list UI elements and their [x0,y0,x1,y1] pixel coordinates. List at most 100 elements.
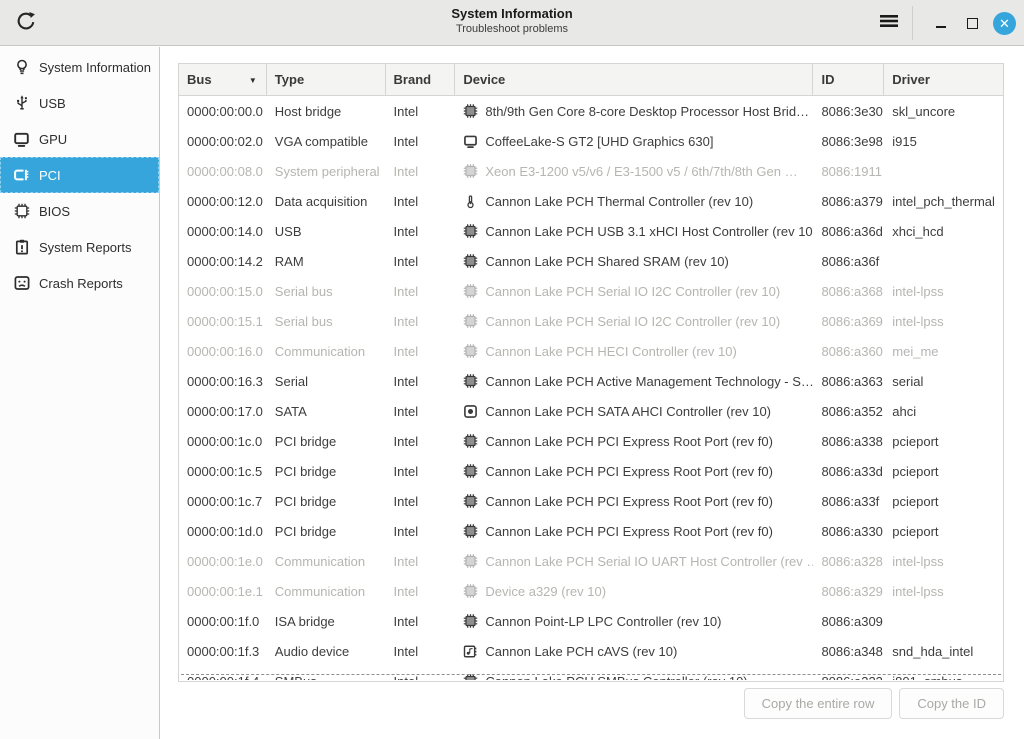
chip-icon [463,104,478,119]
brand-cell: Intel [386,314,456,329]
bus-cell: 0000:00:1f.0 [179,614,267,629]
device-name: Cannon Lake PCH Serial IO I2C Controller… [485,314,780,329]
type-cell: Communication [267,554,386,569]
sidebar-item-label: USB [39,96,66,111]
table-row[interactable]: 0000:00:02.0VGA compatibleIntelCoffeeLak… [179,126,1003,156]
device-cell: Cannon Lake PCH Thermal Controller (rev … [455,194,813,209]
type-cell: Communication [267,584,386,599]
table-row[interactable]: 0000:00:16.0CommunicationIntelCannon Lak… [179,336,1003,366]
chip-icon [463,494,478,509]
chip-icon [463,254,478,269]
type-cell: SATA [267,404,386,419]
bus-cell: 0000:00:00.0 [179,104,267,119]
type-cell: Data acquisition [267,194,386,209]
table-row[interactable]: 0000:00:14.0USBIntelCannon Lake PCH USB … [179,216,1003,246]
id-cell: 8086:a323 [813,674,884,681]
device-cell: CoffeeLake-S GT2 [UHD Graphics 630] [455,134,813,149]
table-row[interactable]: 0000:00:12.0Data acquisitionIntelCannon … [179,186,1003,216]
device-name: CoffeeLake-S GT2 [UHD Graphics 630] [485,134,713,149]
id-cell: 8086:a36d [813,224,884,239]
table-row[interactable]: 0000:00:15.0Serial busIntelCannon Lake P… [179,276,1003,306]
column-header-device[interactable]: Device [455,64,813,95]
table-row[interactable]: 0000:00:1c.7PCI bridgeIntelCannon Lake P… [179,486,1003,516]
table-row[interactable]: 0000:00:1f.0ISA bridgeIntelCannon Point-… [179,606,1003,636]
table-row[interactable]: 0000:00:1f.3Audio deviceIntelCannon Lake… [179,636,1003,666]
device-name: Cannon Lake PCH Serial IO UART Host Cont… [485,554,813,569]
device-cell: Cannon Lake PCH cAVS (rev 10) [455,644,813,659]
chip-icon [463,584,478,599]
id-cell: 8086:a309 [813,614,884,629]
minimize-button[interactable] [928,10,954,36]
chip-icon [463,374,478,389]
device-cell: Cannon Lake PCH SMBus Controller (rev 10… [455,674,813,681]
column-header-bus[interactable]: Bus▼ [179,64,267,95]
table-row[interactable]: 0000:00:14.2RAMIntelCannon Lake PCH Shar… [179,246,1003,276]
device-cell: Cannon Lake PCH PCI Express Root Port (r… [455,464,813,479]
table-row[interactable]: 0000:00:1c.0PCI bridgeIntelCannon Lake P… [179,426,1003,456]
brand-cell: Intel [386,224,456,239]
titlebar-separator [912,6,913,40]
crash-face-icon [12,274,31,293]
driver-cell: ahci [884,404,1003,419]
sidebar-item-system-reports[interactable]: System Reports [0,229,159,265]
driver-cell: intel-lpss [884,584,1003,599]
table-row[interactable]: 0000:00:1d.0PCI bridgeIntelCannon Lake P… [179,516,1003,546]
column-header-driver[interactable]: Driver [884,64,1003,95]
table-row[interactable]: 0000:00:17.0SATAIntelCannon Lake PCH SAT… [179,396,1003,426]
brand-cell: Intel [386,554,456,569]
hamburger-menu-button[interactable] [872,8,906,38]
sidebar-item-system-information[interactable]: System Information [0,49,159,85]
table-row[interactable]: 0000:00:1f.4SMBusIntelCannon Lake PCH SM… [179,666,1003,680]
driver-cell: intel-lpss [884,284,1003,299]
copy-id-button[interactable]: Copy the ID [899,688,1004,719]
brand-cell: Intel [386,644,456,659]
bus-cell: 0000:00:17.0 [179,404,267,419]
sidebar-item-gpu[interactable]: GPU [0,121,159,157]
device-name: Cannon Lake PCH Shared SRAM (rev 10) [485,254,729,269]
table-row[interactable]: 0000:00:1e.1CommunicationIntelDevice a32… [179,576,1003,606]
driver-cell: mei_me [884,344,1003,359]
bus-cell: 0000:00:1e.1 [179,584,267,599]
sidebar: System Information USB GPU PCI BIOSSystem Re… [0,47,160,739]
chip-icon [463,554,478,569]
chip-icon [463,674,478,681]
brand-cell: Intel [386,164,456,179]
device-name: Cannon Lake PCH cAVS (rev 10) [485,644,677,659]
column-header-type[interactable]: Type [267,64,386,95]
table-row[interactable]: 0000:00:1e.0CommunicationIntelCannon Lak… [179,546,1003,576]
display-icon [463,134,478,149]
column-header-label: Brand [394,72,432,87]
table-row[interactable]: 0000:00:15.1Serial busIntelCannon Lake P… [179,306,1003,336]
thermometer-icon [463,194,478,209]
sidebar-item-pci[interactable]: PCI [0,157,159,193]
driver-cell: i915 [884,134,1003,149]
display-icon [12,130,31,149]
device-name: Cannon Lake PCH PCI Express Root Port (r… [485,464,773,479]
bus-cell: 0000:00:02.0 [179,134,267,149]
column-header-label: ID [821,72,834,87]
driver-cell: i801_smbus [884,674,1003,681]
close-button[interactable]: ✕ [993,12,1016,35]
table-row[interactable]: 0000:00:16.3SerialIntelCannon Lake PCH A… [179,366,1003,396]
bus-cell: 0000:00:12.0 [179,194,267,209]
column-header-id[interactable]: ID [813,64,884,95]
type-cell: Serial [267,374,386,389]
device-cell: Cannon Lake PCH USB 3.1 xHCI Host Contro… [455,224,813,239]
device-cell: Cannon Lake PCH SATA AHCI Controller (re… [455,404,813,419]
table-row[interactable]: 0000:00:00.0Host bridgeIntel8th/9th Gen … [179,96,1003,126]
bus-cell: 0000:00:14.2 [179,254,267,269]
sidebar-item-usb[interactable]: USB [0,85,159,121]
table-row[interactable]: 0000:00:08.0System peripheralIntelXeon E… [179,156,1003,186]
maximize-button[interactable] [959,10,985,36]
usb-icon [12,94,31,113]
sidebar-item-label: PCI [39,168,61,183]
id-cell: 8086:3e98 [813,134,884,149]
disk-icon [463,404,478,419]
table-row[interactable]: 0000:00:1c.5PCI bridgeIntelCannon Lake P… [179,456,1003,486]
sidebar-item-bios[interactable]: BIOS [0,193,159,229]
column-header-brand[interactable]: Brand [386,64,456,95]
pci-device-table: Bus▼Type Brand Device ID Driver 0000:00:00.0… [178,63,1004,682]
sidebar-item-crash-reports[interactable]: Crash Reports [0,265,159,301]
bus-cell: 0000:00:1f.3 [179,644,267,659]
copy-entire-row-button[interactable]: Copy the entire row [744,688,893,719]
